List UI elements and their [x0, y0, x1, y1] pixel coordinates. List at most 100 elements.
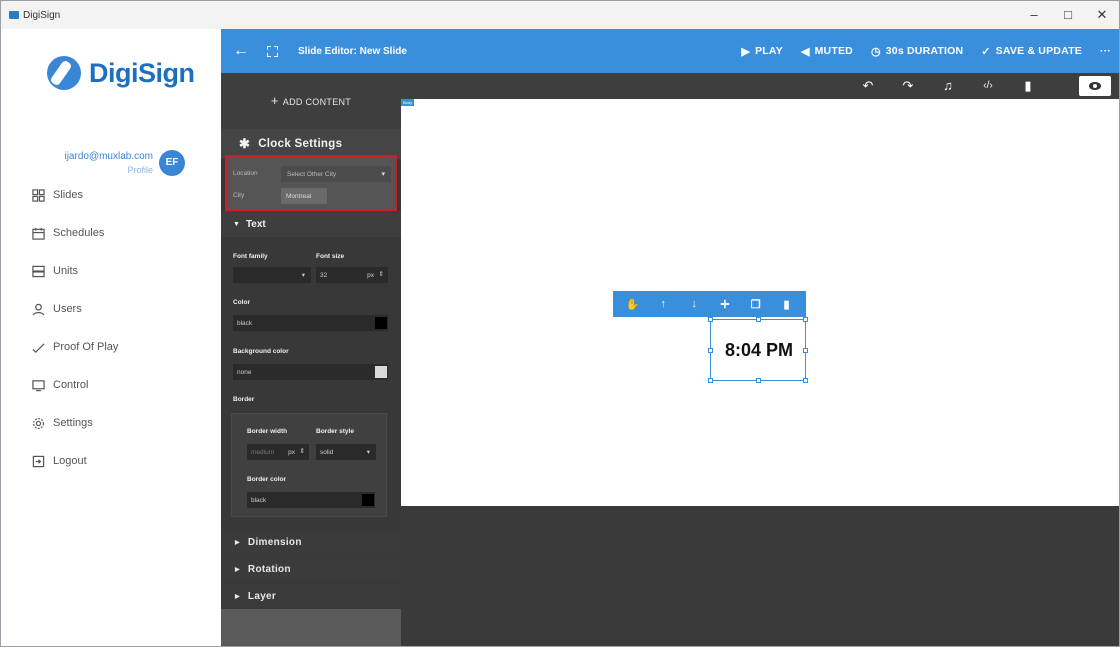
sidebar-item-settings[interactable]: Settings	[31, 404, 118, 442]
border-color-swatch[interactable]	[362, 494, 374, 506]
border-label: Border	[233, 396, 255, 403]
background-color-swatch[interactable]	[375, 366, 387, 378]
delete-icon[interactable]: ▮	[776, 298, 798, 311]
redo-icon[interactable]: ↷	[893, 73, 923, 99]
resize-handle[interactable]	[708, 348, 713, 353]
gear-icon	[31, 416, 45, 430]
sidebar-item-units[interactable]: Units	[31, 252, 118, 290]
sidebar-item-schedules[interactable]: Schedules	[31, 214, 118, 252]
city-row: City Montreal	[229, 187, 397, 205]
sidebar: DigiSign ijardo@muxlab.com Profile EF Sl…	[1, 29, 221, 646]
font-family-select[interactable]: ▾	[233, 267, 311, 283]
font-size-input[interactable]: 32 px ⇕	[316, 267, 388, 283]
settings-panel: + ADD CONTENT ✱ Clock Settings Location S…	[221, 73, 401, 646]
location-row: Location Select Other City	[229, 165, 397, 183]
border-settings-box: Border width Border style medium px ⇕ soli…	[231, 413, 387, 517]
resize-handle[interactable]	[756, 378, 761, 383]
profile-link[interactable]: Profile	[127, 165, 153, 175]
logo-text: DigiSign	[89, 57, 195, 88]
stepper-icon[interactable]: ⇕	[379, 270, 384, 278]
add-content-button[interactable]: + ADD CONTENT	[221, 73, 401, 129]
panel-footer	[221, 609, 401, 646]
stepper-icon[interactable]: ⇕	[300, 447, 305, 455]
color-input[interactable]: black	[233, 315, 388, 331]
resize-handle[interactable]	[708, 378, 713, 383]
back-arrow-icon[interactable]: ←	[233, 42, 249, 60]
hand-icon[interactable]: ✋	[621, 298, 643, 311]
border-width-input[interactable]: medium px ⇕	[247, 444, 309, 460]
font-size-value: 32	[320, 272, 328, 279]
sidebar-item-label: Logout	[53, 455, 87, 467]
color-label: Color	[233, 299, 250, 306]
resize-handle[interactable]	[803, 348, 808, 353]
fullscreen-icon[interactable]	[267, 45, 278, 57]
sidebar-item-label: Proof Of Play	[53, 341, 119, 353]
resize-handle[interactable]	[708, 317, 713, 322]
avatar[interactable]: EF	[159, 150, 185, 176]
sidebar-item-control[interactable]: Control	[31, 366, 118, 404]
dimension-title: Dimension	[247, 536, 302, 548]
window-title: DigiSign	[23, 9, 61, 21]
move-icon[interactable]: ✛	[714, 298, 736, 311]
sidebar-item-proof-of-play[interactable]: Proof Of Play	[31, 328, 118, 366]
sidebar-item-label: Schedules	[53, 227, 105, 239]
resize-handle[interactable]	[803, 317, 808, 322]
element-toolbar: ✋ ↑ ↓ ✛ ❐ ▮	[613, 291, 806, 317]
slide-canvas[interactable]: Body ✋ ↑ ↓ ✛ ❐ ▮ 8:04 PM	[401, 99, 1119, 506]
arrow-up-icon[interactable]: ↑	[652, 298, 674, 310]
minimize-button[interactable]: –	[1017, 1, 1051, 29]
play-button[interactable]: ▶ PLAY	[741, 45, 783, 58]
background-color-input[interactable]: none	[233, 364, 388, 380]
resize-handle[interactable]	[803, 378, 808, 383]
save-update-button[interactable]: ✓ SAVE & UPDATE	[981, 45, 1082, 58]
border-width-value: medium	[251, 449, 275, 456]
undo-icon[interactable]: ↶	[853, 73, 883, 99]
sidebar-item-label: Units	[53, 265, 79, 277]
maximize-button[interactable]: □	[1051, 1, 1085, 29]
muted-label: MUTED	[814, 45, 853, 57]
gear-icon: ✱	[239, 136, 251, 151]
sidebar-item-users[interactable]: Users	[31, 290, 118, 328]
arrow-down-icon[interactable]: ↓	[683, 298, 705, 310]
sidebar-item-logout[interactable]: Logout	[31, 442, 118, 480]
border-style-select[interactable]: solid ▾	[316, 444, 376, 460]
server-icon	[31, 264, 45, 278]
plus-icon: +	[270, 93, 279, 108]
sidebar-item-label: Control	[53, 379, 89, 391]
color-swatch[interactable]	[375, 317, 387, 329]
sidebar-menu: Slides Schedules Units Users Proof Of Pl…	[31, 176, 118, 480]
more-menu-button[interactable]: ···	[1100, 45, 1111, 57]
trash-icon[interactable]: ▮	[1013, 73, 1043, 99]
music-icon[interactable]: ♫	[933, 73, 963, 99]
clock-element[interactable]: 8:04 PM	[708, 317, 808, 383]
preview-eye-icon[interactable]	[1079, 76, 1111, 96]
resize-handle[interactable]	[756, 317, 761, 322]
rotation-section-header[interactable]: ▶ Rotation	[221, 556, 401, 582]
check-icon: ✓	[981, 45, 991, 58]
body-tag: Body	[401, 99, 415, 106]
border-color-value: black	[251, 497, 267, 504]
title-bar: DigiSign – □ ✕	[1, 1, 1119, 29]
mute-button[interactable]: ◀ MUTED	[801, 45, 853, 58]
rotation-title: Rotation	[247, 563, 291, 575]
font-size-unit: px	[367, 272, 374, 279]
window-controls: – □ ✕	[1017, 1, 1119, 29]
sidebar-item-slides[interactable]: Slides	[31, 176, 118, 214]
duration-button[interactable]: ◷ 30s DURATION	[871, 45, 963, 58]
text-section-header[interactable]: ▼ Text	[221, 211, 401, 237]
location-select[interactable]: Select Other City	[281, 166, 391, 182]
dimension-section-header[interactable]: ▶ Dimension	[221, 529, 401, 555]
border-color-input[interactable]: black	[247, 492, 375, 508]
calendar-icon	[31, 226, 45, 240]
layer-section-header[interactable]: ▶ Layer	[221, 583, 401, 609]
code-icon[interactable]: ‹/›	[973, 73, 1003, 99]
location-label: Location	[233, 170, 258, 177]
sidebar-item-label: Users	[53, 303, 82, 315]
sidebar-item-label: Settings	[53, 417, 93, 429]
user-icon	[31, 302, 45, 316]
city-input[interactable]: Montreal	[281, 188, 327, 204]
close-button[interactable]: ✕	[1085, 1, 1119, 29]
duplicate-icon[interactable]: ❐	[745, 298, 767, 311]
city-label: City	[233, 192, 245, 199]
canvas-backdrop	[401, 506, 1119, 646]
